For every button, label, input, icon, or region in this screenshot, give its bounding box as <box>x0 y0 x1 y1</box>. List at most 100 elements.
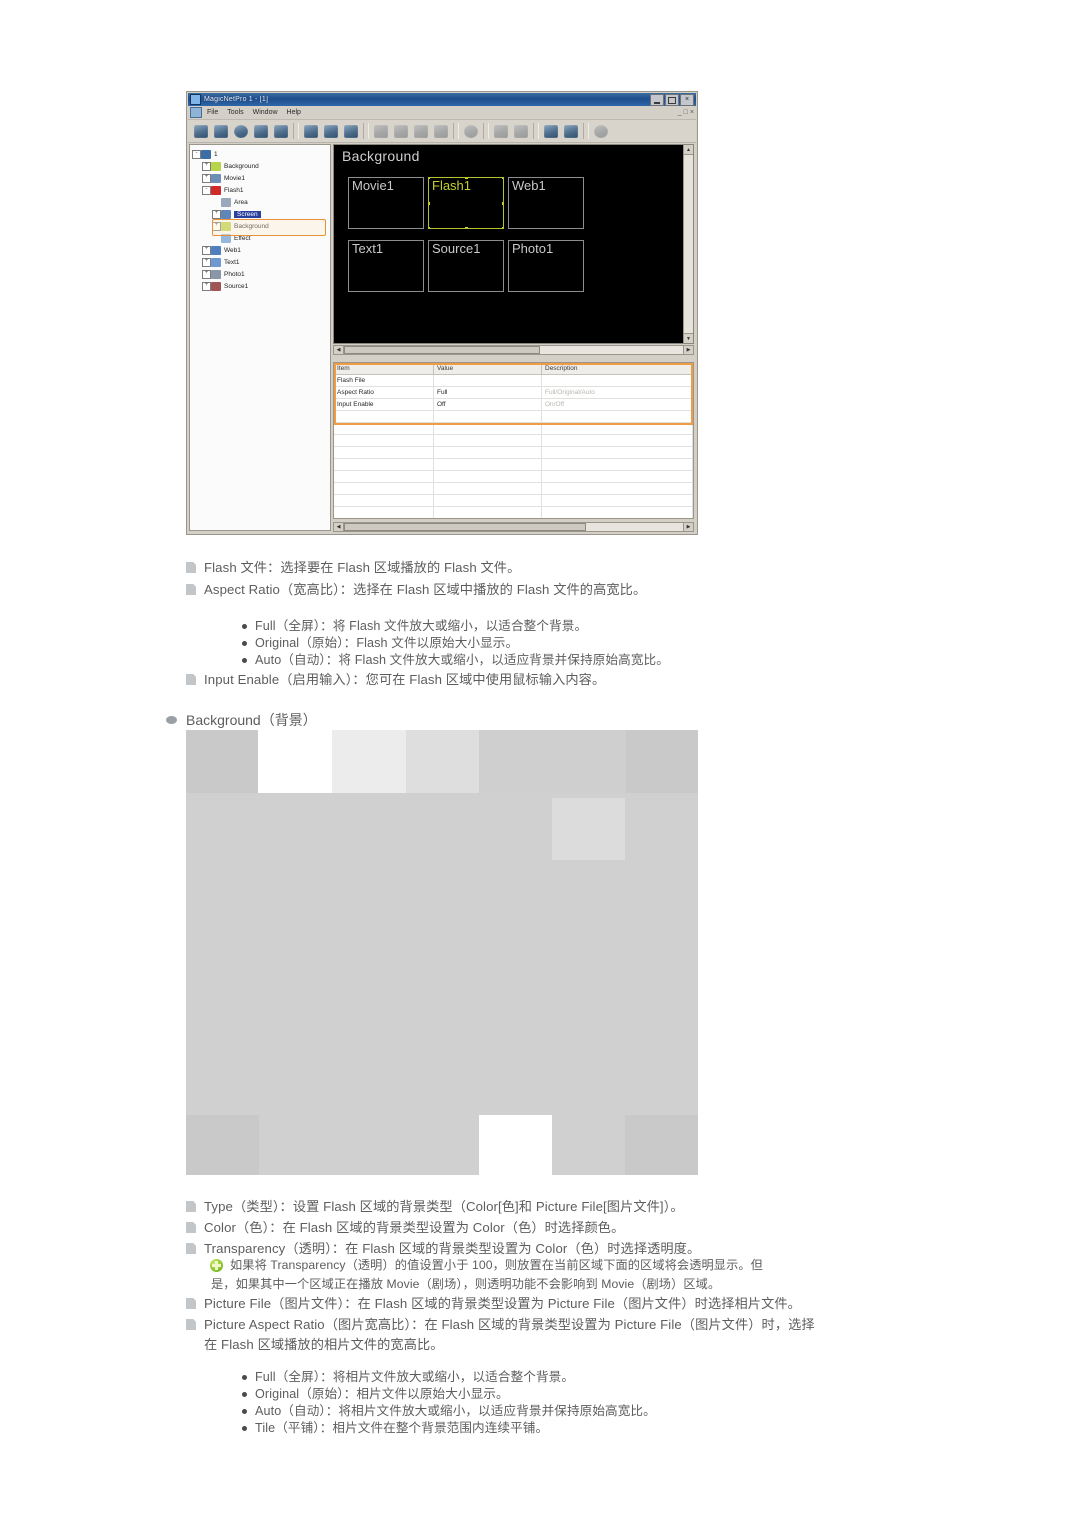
list-item-text: Flash 文件：选择要在 Flash 区域播放的 Flash 文件。 <box>204 560 521 575</box>
resize-handle[interactable] <box>502 227 503 228</box>
refresh-tool-icon[interactable] <box>461 122 480 141</box>
tree-expander-icon[interactable]: - <box>202 185 211 195</box>
redo-tool-icon[interactable] <box>561 122 580 141</box>
property-row[interactable] <box>334 435 693 447</box>
toolbar-separator <box>583 123 589 139</box>
property-cell-value <box>434 411 542 422</box>
flash-tool-icon[interactable] <box>251 122 270 141</box>
tree-item-area[interactable]: Area <box>192 196 330 208</box>
close-button[interactable]: × <box>680 93 694 106</box>
scroll-left-arrow-icon[interactable]: ◀ <box>334 523 344 531</box>
open-tool-icon[interactable] <box>301 122 320 141</box>
bring-forward-tool-icon[interactable] <box>511 122 530 141</box>
property-row[interactable] <box>334 507 693 518</box>
text-tool-icon[interactable] <box>271 122 290 141</box>
info-tool-icon[interactable] <box>591 122 610 141</box>
tree-item-screen[interactable]: + Screen <box>192 208 330 220</box>
tree-item-flash1[interactable]: - Flash1 <box>192 184 330 196</box>
tree-item-text1[interactable]: + Text1 <box>192 256 330 268</box>
minimize-button[interactable] <box>650 93 664 106</box>
tree-expander-icon[interactable]: + <box>202 161 211 171</box>
tree-item-movie1[interactable]: + Movie1 <box>192 172 330 184</box>
tree-item-source1[interactable]: + Source1 <box>192 280 330 292</box>
horizontal-scroll-thumb[interactable] <box>344 346 540 354</box>
background-icon <box>221 221 231 231</box>
magicnetpro-window-screenshot: MagicNetPro 1 - [1] × File Tools Window … <box>186 91 698 535</box>
property-grid-horizontal-scrollbar[interactable]: ◀ ▶ <box>333 522 694 532</box>
dot-bullet-icon <box>242 1375 247 1380</box>
tree-item-background[interactable]: + Background <box>192 220 330 232</box>
property-row[interactable]: Input Enable Off On/Off <box>334 399 693 411</box>
canvas-horizontal-scrollbar[interactable]: ◀ ▶ <box>333 345 694 355</box>
resize-handle[interactable] <box>502 202 503 205</box>
property-row[interactable] <box>334 495 693 507</box>
tree-expander-icon[interactable]: + <box>212 221 221 231</box>
tree-item-web1[interactable]: + Web1 <box>192 244 330 256</box>
canvas-region-text1[interactable]: Text1 <box>348 240 424 292</box>
menu-item-tools[interactable]: Tools <box>227 109 243 116</box>
resize-handle[interactable] <box>502 178 503 179</box>
property-row[interactable] <box>334 471 693 483</box>
resize-handle[interactable] <box>465 227 468 228</box>
scroll-down-arrow-icon[interactable]: ▼ <box>684 333 693 343</box>
tree-item-effect[interactable]: Effect <box>192 232 330 244</box>
canvas-region-source1[interactable]: Source1 <box>428 240 504 292</box>
object-tree-panel[interactable]: -1 + Background + Movie1- Flash1 Area + Screen + B… <box>189 144 331 531</box>
menu-item-file[interactable]: File <box>207 109 218 116</box>
property-row[interactable] <box>334 459 693 471</box>
menu-item-window[interactable]: Window <box>253 109 278 116</box>
distribute-tool-icon[interactable] <box>431 122 450 141</box>
property-grid[interactable]: Item Value Description Flash File Aspect … <box>333 362 694 519</box>
property-row[interactable]: Flash File <box>334 375 693 387</box>
monitor-tool-icon[interactable] <box>211 122 230 141</box>
tree-expander-icon[interactable]: - <box>192 149 201 159</box>
new-tool-icon[interactable] <box>191 122 210 141</box>
scroll-right-arrow-icon[interactable]: ▶ <box>683 346 693 354</box>
tree-expander-icon[interactable]: + <box>202 281 211 291</box>
property-row[interactable]: Aspect Ratio Full Full/Original/Auto <box>334 387 693 399</box>
align-left-tool-icon[interactable] <box>371 122 390 141</box>
export-tool-icon[interactable] <box>341 122 360 141</box>
tree-expander-icon[interactable]: + <box>202 257 211 267</box>
tree-item-label: Background <box>234 222 269 230</box>
list-item-text-line-1: Picture Aspect Ratio（图片宽高比）：在 Flash 区域的背… <box>204 1317 815 1332</box>
tree-expander-icon[interactable]: + <box>202 269 211 279</box>
scroll-right-arrow-icon[interactable]: ▶ <box>683 523 693 531</box>
placeholder-block <box>625 1115 698 1175</box>
mdi-close-button[interactable]: × <box>690 109 694 116</box>
align-right-tool-icon[interactable] <box>391 122 410 141</box>
resize-handle[interactable] <box>429 178 430 179</box>
horizontal-scroll-thumb[interactable] <box>344 523 586 531</box>
send-backward-tool-icon[interactable] <box>491 122 510 141</box>
property-row[interactable] <box>334 423 693 435</box>
save-tool-icon[interactable] <box>321 122 340 141</box>
canvas-region-flash1[interactable]: Flash1 <box>428 177 504 229</box>
mdi-restore-button[interactable]: □ <box>684 109 688 116</box>
align-bottom-tool-icon[interactable] <box>411 122 430 141</box>
resize-handle[interactable] <box>429 227 430 228</box>
tree-expander-icon[interactable]: + <box>202 245 211 255</box>
resize-handle[interactable] <box>429 202 430 205</box>
undo-tool-icon[interactable] <box>541 122 560 141</box>
property-row[interactable] <box>334 411 693 423</box>
tree-expander-icon[interactable]: + <box>212 209 221 219</box>
maximize-button[interactable] <box>665 93 679 106</box>
scroll-up-arrow-icon[interactable]: ▲ <box>684 145 693 155</box>
scroll-left-arrow-icon[interactable]: ◀ <box>334 346 344 354</box>
property-cell-description <box>542 507 693 518</box>
property-row[interactable] <box>334 483 693 495</box>
mdi-minimize-button[interactable]: _ <box>678 109 682 116</box>
movie-tool-icon[interactable] <box>231 122 250 141</box>
canvas-vertical-scrollbar[interactable]: ▲ ▼ <box>683 145 693 343</box>
canvas-region-movie1[interactable]: Movie1 <box>348 177 424 229</box>
property-row[interactable] <box>334 447 693 459</box>
canvas-region-photo1[interactable]: Photo1 <box>508 240 584 292</box>
layout-canvas[interactable]: Background Movie1 Flash1 Web1 Text1 Sour… <box>333 144 694 344</box>
tree-item-photo1[interactable]: + Photo1 <box>192 268 330 280</box>
menu-item-help[interactable]: Help <box>287 109 301 116</box>
tree-item-background[interactable]: + Background <box>192 160 330 172</box>
canvas-region-web1[interactable]: Web1 <box>508 177 584 229</box>
resize-handle[interactable] <box>465 178 468 179</box>
tree-expander-icon[interactable]: + <box>202 173 211 183</box>
tree-item-1[interactable]: -1 <box>192 148 330 160</box>
